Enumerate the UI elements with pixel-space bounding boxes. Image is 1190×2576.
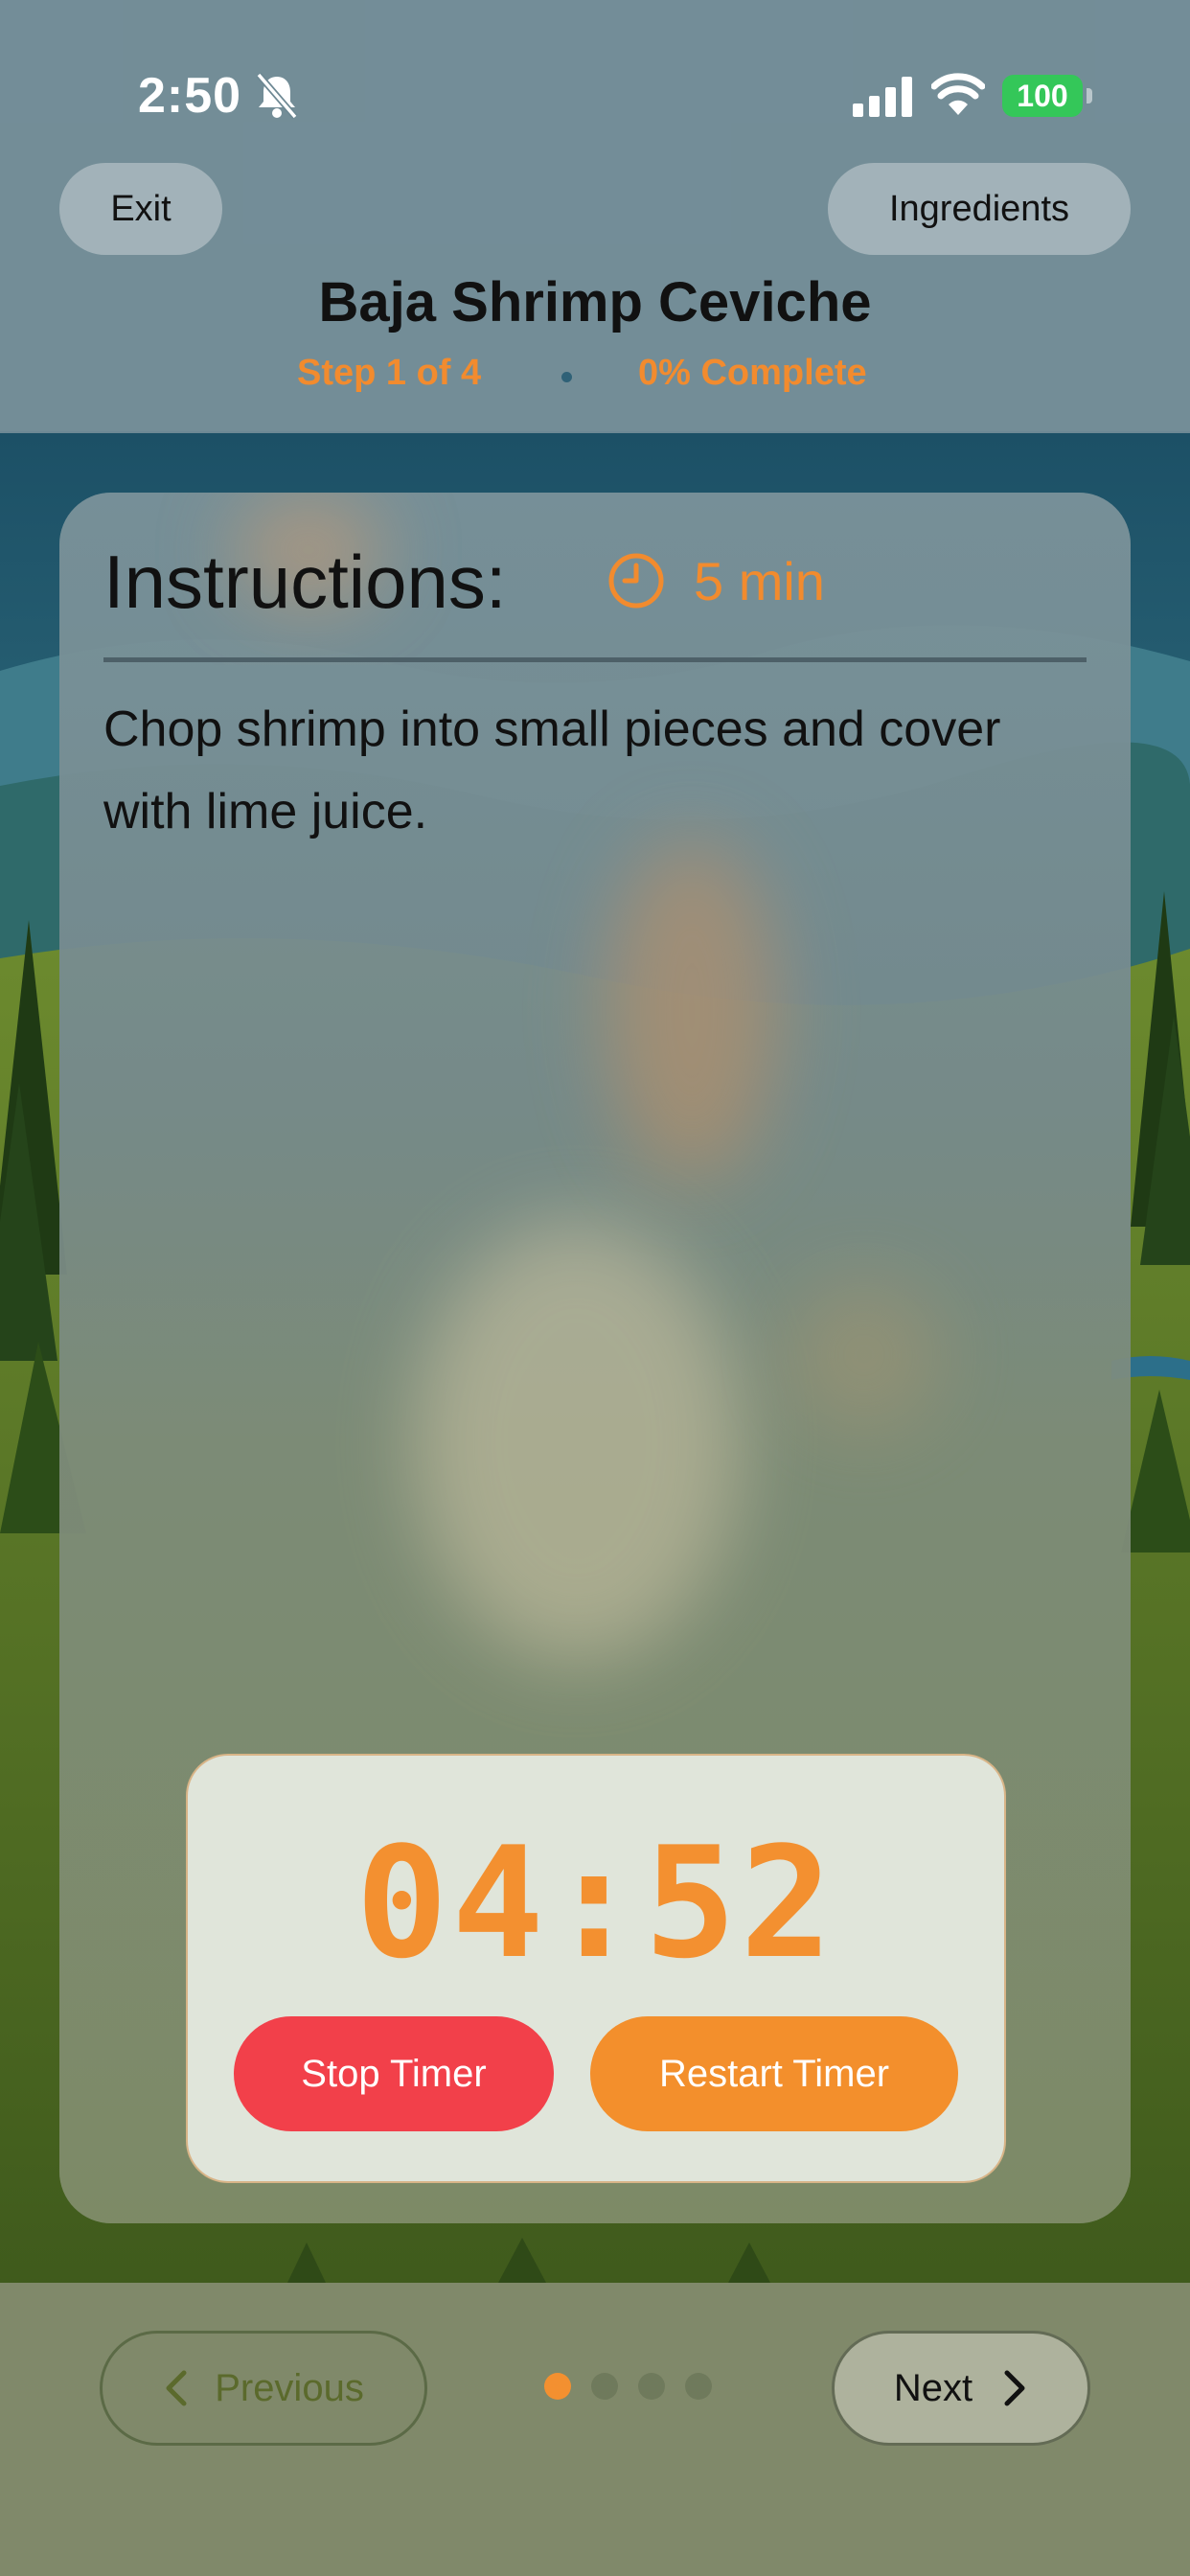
- chevron-right-icon: [1004, 2370, 1025, 2406]
- previous-button[interactable]: Previous: [100, 2331, 427, 2446]
- battery-icon: 100: [1002, 75, 1083, 117]
- next-label: Next: [893, 2366, 973, 2409]
- stop-timer-button[interactable]: Stop Timer: [234, 2016, 554, 2131]
- step-label: Step 1 of 4: [297, 353, 482, 393]
- page-dot: [685, 2373, 712, 2400]
- instruction-text: Chop shrimp into small pieces and cover …: [103, 702, 1001, 840]
- page-dot: [638, 2373, 665, 2400]
- exit-button[interactable]: Exit: [59, 163, 222, 255]
- wifi-icon: [931, 73, 985, 115]
- progress-row: Step 1 of 4 0% Complete: [0, 353, 1190, 401]
- clock-icon: [608, 553, 664, 609]
- instructions-heading: Instructions:: [103, 540, 507, 624]
- restart-timer-button[interactable]: Restart Timer: [590, 2016, 958, 2131]
- page-dot: [591, 2373, 618, 2400]
- signal-icon: [853, 77, 912, 117]
- duration-label: 5 min: [694, 551, 825, 611]
- chevron-left-icon: [166, 2370, 187, 2406]
- divider: [103, 657, 1087, 662]
- timer-countdown: 04:52: [355, 1813, 836, 1992]
- separator-dot: [561, 372, 572, 382]
- battery-cap: [1087, 88, 1092, 104]
- header: 2:50 100 Exit Ingredients Baja Shrimp Ce…: [0, 0, 1190, 433]
- page-dot: [544, 2373, 571, 2400]
- previous-label: Previous: [215, 2366, 364, 2409]
- recipe-title: Baja Shrimp Ceviche: [318, 271, 872, 334]
- next-button[interactable]: Next: [832, 2331, 1090, 2446]
- status-time: 2:50: [138, 68, 242, 124]
- ingredients-button[interactable]: Ingredients: [828, 163, 1131, 255]
- bell-slash-icon: [256, 73, 298, 119]
- bottom-navigation: Previous Next: [0, 2283, 1190, 2576]
- complete-label: 0% Complete: [638, 353, 867, 393]
- timer-panel: 04:52 Stop Timer Restart Timer: [186, 1754, 1006, 2183]
